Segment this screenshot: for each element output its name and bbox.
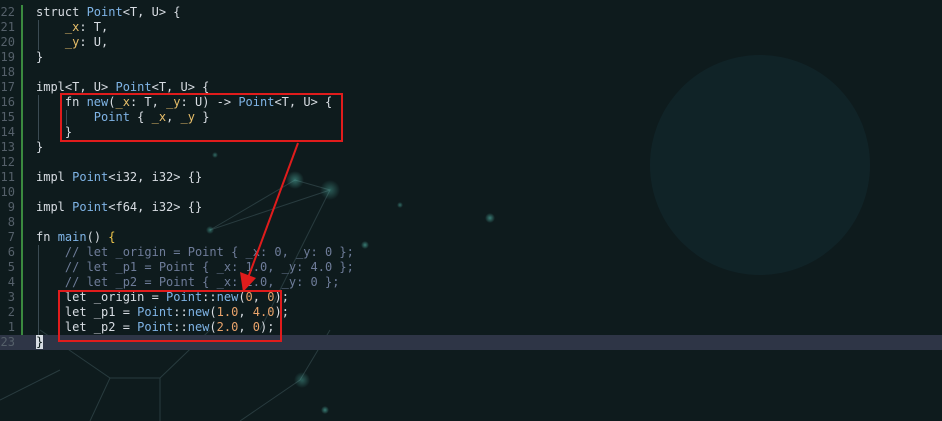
code-text[interactable]: } (36, 50, 43, 65)
line-number: 23 (0, 335, 15, 349)
code-text[interactable]: // let _origin = Point { _x: 0, _y: 0 }; (36, 245, 354, 260)
code-token: <i32, i32> {} (108, 170, 203, 184)
line-number: 19 (0, 50, 15, 64)
line-number: 12 (0, 155, 15, 169)
code-text[interactable]: // let _p2 = Point { _x: 2.0, _y: 0 }; (36, 275, 340, 290)
code-token: impl (36, 170, 73, 184)
line-number: 13 (0, 140, 15, 154)
code-token: : T, (79, 20, 109, 34)
annotation-box-fn-new (60, 93, 343, 142)
code-text[interactable]: impl Point<f64, i32> {} (36, 200, 202, 215)
code-token: <f64, i32> {} (108, 200, 203, 214)
line-number: 21 (0, 20, 15, 34)
code-line[interactable]: 13} (0, 140, 942, 155)
line-number: 17 (0, 80, 15, 94)
line-number: 7 (7, 230, 15, 244)
code-token: struct (36, 5, 87, 19)
code-line[interactable]: 8 (0, 215, 942, 230)
code-line[interactable]: 11 impl Point<i32, i32> {} (0, 170, 942, 185)
code-line[interactable]: 10 (0, 185, 942, 200)
code-line[interactable]: 22 struct Point<T, U> { (0, 5, 942, 20)
line-number: 8 (7, 215, 15, 229)
code-token: Point (115, 80, 152, 94)
code-token: } (36, 335, 44, 349)
line-number: 16 (0, 95, 15, 109)
code-token: : U, (79, 35, 109, 49)
annotation-box-let-statements (58, 290, 282, 342)
code-text[interactable]: } (36, 335, 44, 350)
code-line[interactable]: 12 (0, 155, 942, 170)
line-number: 14 (0, 125, 15, 139)
code-token: // let _origin = Point { _x: 0, _y: 0 }; (36, 245, 354, 259)
code-token: impl (36, 200, 73, 214)
code-token: _x (64, 20, 80, 34)
code-line[interactable]: 5 // let _p1 = Point { _x: 1.0, _y: 4.0 … (0, 260, 942, 275)
line-number: 15 (0, 110, 15, 124)
line-number: 9 (7, 200, 15, 214)
line-number: 2 (7, 305, 15, 319)
code-token: } (36, 50, 44, 64)
line-number: 6 (7, 245, 15, 259)
code-text[interactable]: struct Point<T, U> { (36, 5, 181, 20)
code-line[interactable]: 19} (0, 50, 942, 65)
code-text[interactable]: impl Point<i32, i32> {} (36, 170, 202, 185)
line-number: 22 (0, 5, 15, 19)
code-token: impl<T, U> (36, 80, 116, 94)
code-token: // let _p2 = Point { _x: 2.0, _y: 0 }; (36, 275, 340, 289)
code-line[interactable]: 9 impl Point<f64, i32> {} (0, 200, 942, 215)
code-text[interactable]: // let _p1 = Point { _x: 1.0, _y: 4.0 }; (36, 260, 354, 275)
code-token: Point (72, 200, 109, 214)
code-token: () (86, 230, 109, 244)
line-number: 18 (0, 65, 15, 79)
code-token: _y (64, 35, 80, 49)
code-text[interactable]: } (36, 140, 43, 155)
code-token: { (108, 230, 116, 244)
code-line[interactable]: 6 // let _origin = Point { _x: 0, _y: 0 … (0, 245, 942, 260)
code-token: fn (36, 230, 58, 244)
code-token: // let _p1 = Point { _x: 1.0, _y: 4.0 }; (36, 260, 354, 274)
code-token: <T, U> { (151, 80, 210, 94)
code-text[interactable]: _x: T, (36, 20, 108, 35)
code-token: } (36, 140, 44, 154)
line-number: 5 (7, 260, 15, 274)
line-number: 1 (7, 320, 15, 334)
line-number: 3 (7, 290, 15, 304)
code-line[interactable]: 20 _y: U, (0, 35, 942, 50)
code-line[interactable]: 4 // let _p2 = Point { _x: 2.0, _y: 0 }; (0, 275, 942, 290)
line-number: 11 (0, 170, 15, 184)
code-token: main (57, 230, 87, 244)
code-token: Point (72, 170, 109, 184)
code-line[interactable]: 21 _x: T, (0, 20, 942, 35)
code-token: <T, U> { (122, 5, 181, 19)
code-line[interactable]: 7 fn main() { (0, 230, 942, 245)
line-number: 10 (0, 185, 15, 199)
code-text[interactable]: fn main() { (36, 230, 116, 245)
line-number: 4 (7, 275, 15, 289)
code-token: Point (86, 5, 123, 19)
code-text[interactable]: _y: U, (36, 35, 108, 50)
line-number: 20 (0, 35, 15, 49)
code-line[interactable]: 18 (0, 65, 942, 80)
